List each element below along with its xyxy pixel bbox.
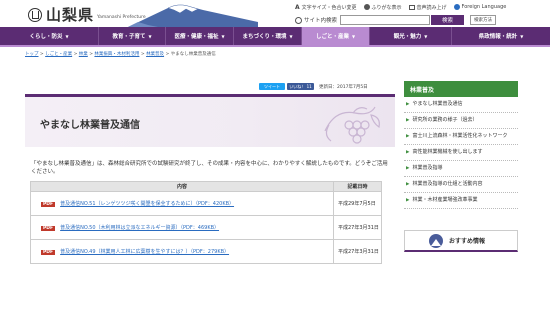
sidebar-item-guidance-system[interactable]: ▶ 林業普及指導の仕組と活動内容 — [404, 177, 518, 193]
page-title: やまなし林業普及通信 — [40, 120, 140, 131]
chevron-down-icon: ▼ — [148, 33, 152, 39]
mountain-icon — [429, 234, 443, 248]
chevron-down-icon: ▼ — [424, 33, 428, 39]
sidebar-item-extension-guidance[interactable]: ▶ 林業普及指導 — [404, 161, 518, 177]
logo-text: 山梨県 — [46, 6, 95, 24]
nav-underline — [0, 45, 550, 47]
breadcrumb-top[interactable]: トップ — [25, 52, 39, 57]
global-nav: くらし・防災 ▼ 教育・子育て ▼ 医療・健康・福祉 ▼ まちづくり・環境 ▼ しごと・… — [0, 27, 550, 45]
breadcrumb: トップ > しごと・産業 > 林業 > 林業振興・木材利活用 > 林業普及 > … — [25, 52, 216, 57]
table-cell-date: 平成27年3月31日 — [333, 239, 382, 264]
breadcrumb-forestry-extension[interactable]: 林業普及 — [146, 52, 164, 57]
tweet-button[interactable]: ツイート — [259, 83, 285, 90]
pdf-badge: PDF — [41, 202, 56, 207]
bulletin-table: 内容 記載日時 PDF 普及通信NO.51（レンゲツツジ咲く開墾を保全するために）… — [30, 181, 382, 264]
updated-date: 更新日：2017年7月5日 — [319, 84, 368, 90]
nav-item-living[interactable]: くらし・防災 ▼ — [0, 27, 98, 45]
grape-decoration-icon — [324, 106, 380, 144]
search-icon — [295, 16, 302, 24]
prefecture-emblem-icon — [28, 7, 42, 22]
search-input[interactable] — [340, 15, 431, 25]
column-header-content: 内容 — [30, 181, 334, 192]
arrow-right-icon: ▶ — [406, 134, 410, 139]
sidebar-item-bulletin[interactable]: ▶ やまなし林業普及通信 — [404, 97, 518, 113]
facebook-like-button[interactable]: いいね！ 11 — [287, 83, 314, 90]
nav-item-education[interactable]: 教育・子育て ▼ — [98, 27, 165, 45]
text-size-color-link[interactable]: A 文字サイズ・色合い変更 — [295, 4, 357, 11]
furigana-link[interactable]: ふりがな表示 — [363, 4, 402, 11]
breadcrumb-forestry[interactable]: 林業 — [79, 52, 88, 57]
sidebar-item-machinery-loan[interactable]: ▶ 高性能林業機械を使し出します — [404, 145, 518, 161]
chevron-down-icon: ▼ — [65, 33, 69, 39]
sidebar-item-fujikawa-network[interactable]: ▶ 富士川上流森林・林業活性化ネットワーク — [404, 129, 518, 145]
breadcrumb-work[interactable]: しごと・産業 — [45, 52, 72, 57]
column-header-date: 記載日時 — [333, 181, 382, 192]
bulletin-link-50[interactable]: 普及通信NO.50（木利用林は立派なエネルギー資源）（PDF：469KB） — [60, 225, 219, 231]
arrow-right-icon: ▶ — [406, 198, 410, 203]
sidebar-item-lab-activities[interactable]: ▶ 研究所の業務の様子（過去） — [404, 113, 518, 129]
arrow-right-icon: ▶ — [406, 166, 410, 171]
search-help-link[interactable]: 検索方法 — [470, 15, 497, 25]
chevron-down-icon: ▼ — [520, 33, 524, 39]
arrow-right-icon: ▶ — [406, 118, 410, 123]
text-size-icon: A — [295, 3, 300, 11]
search-label: サイト内検索 — [304, 18, 338, 24]
search-button[interactable]: 検索 — [431, 15, 465, 25]
arrow-right-icon: ▶ — [406, 182, 410, 187]
foreign-language-link[interactable]: Foreign Language — [453, 4, 506, 10]
table-cell-date: 平成27年3月31日 — [333, 215, 382, 240]
title-panel: やまなし林業普及通信 — [25, 94, 395, 147]
table-row: PDF 普及通信NO.50（木利用林は立派なエネルギー資源）（PDF：469KB）… — [30, 215, 382, 240]
bulletin-link-49[interactable]: 普及通信NO.49（林業用人工林に広葉樹を生やすには？）（PDF：279KB） — [60, 249, 229, 255]
intro-text: 「やまなし林業普及通信」は、森林総合研究所での試験研究が終了し、その成果・内容を… — [31, 161, 388, 175]
pdf-badge: PDF — [41, 226, 56, 231]
sidebar: 林業普及 ▶ やまなし林業普及通信 ▶ 研究所の業務の様子（過去） ▶ 富士川上流森林… — [404, 81, 518, 209]
chevron-down-icon: ▼ — [221, 33, 225, 39]
site-header: 山梨県 Yamanashi Prefecture A 文字サイズ・色合い変更 ふ… — [0, 0, 550, 27]
nav-item-prefgov[interactable]: 県政情報・統計 ▼ — [451, 27, 550, 45]
arrow-right-icon: ▶ — [406, 102, 410, 107]
nav-item-health[interactable]: 医療・健康・福祉 ▼ — [165, 27, 233, 45]
chevron-down-icon: ▼ — [351, 33, 356, 39]
speaker-icon — [408, 4, 415, 10]
social-bar: ツイート いいね！ 11 更新日：2017年7月5日 — [259, 83, 368, 90]
table-row: PDF 普及通信NO.49（林業用人工林に広葉樹を生やすには？）（PDF：279K… — [30, 239, 382, 264]
nav-item-tourism[interactable]: 観光・魅力 ▼ — [369, 27, 451, 45]
table-header-row: 内容 記載日時 — [30, 181, 382, 192]
nav-item-town[interactable]: まちづくり・環境 ▼ — [233, 27, 301, 45]
arrow-right-icon: ▶ — [406, 150, 410, 155]
recommended-info-title: おすすめ情報 — [449, 238, 486, 245]
read-aloud-link[interactable]: 音声読み上げ — [408, 4, 447, 11]
breadcrumb-current: やまなし林業普及通信 — [170, 52, 216, 57]
breadcrumb-forestry-promotion[interactable]: 林業振興・木材利活用 — [94, 52, 139, 57]
sidebar-heading: 林業普及 — [404, 81, 518, 97]
bulletin-link-51[interactable]: 普及通信NO.51（レンゲツツジ咲く開墾を保全するために）（PDF：420KB） — [60, 201, 234, 207]
furigana-icon — [363, 4, 370, 10]
sidebar-item-industry-reform[interactable]: ▶ 林業・木材産業場強改革事業 — [404, 193, 518, 209]
table-row: PDF 普及通信NO.51（レンゲツツジ咲く開墾を保全するために）（PDF：420… — [30, 191, 382, 216]
chevron-down-icon: ▼ — [289, 33, 293, 39]
nav-item-work[interactable]: しごと・産業 ▼ — [301, 27, 369, 45]
recommended-info-box[interactable]: おすすめ情報 — [404, 230, 518, 252]
table-cell-date: 平成29年7月5日 — [333, 191, 382, 216]
pdf-badge: PDF — [41, 250, 56, 255]
globe-icon — [453, 4, 460, 10]
mount-fuji-illustration — [128, 4, 258, 27]
